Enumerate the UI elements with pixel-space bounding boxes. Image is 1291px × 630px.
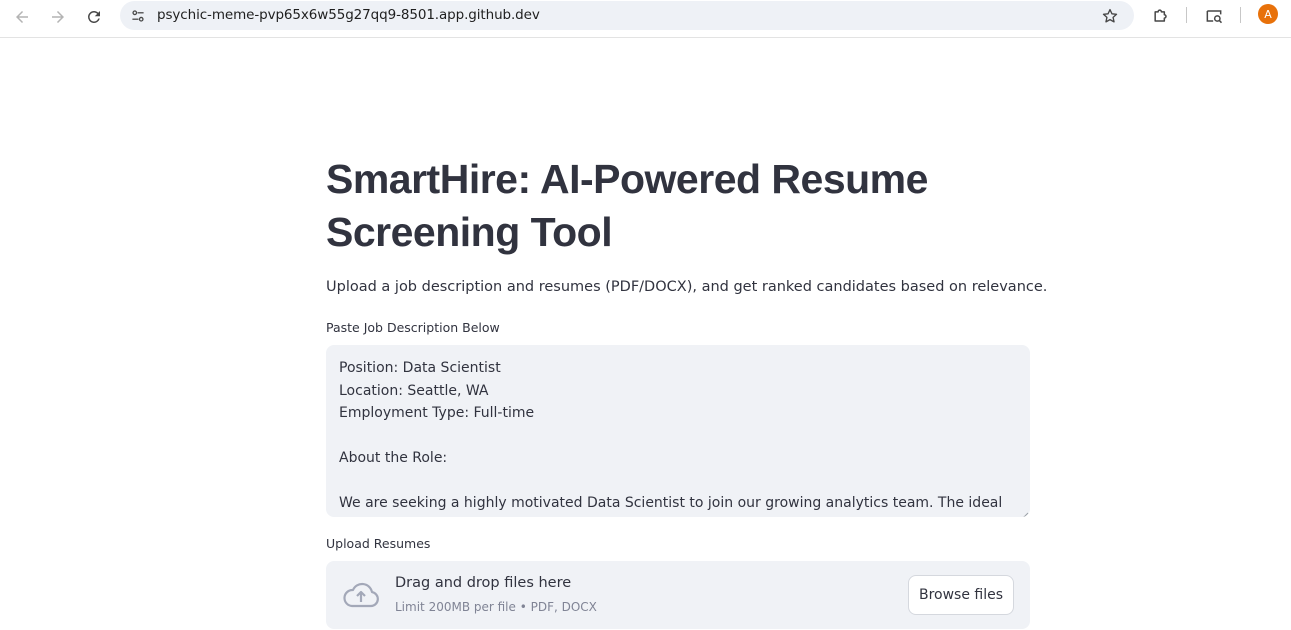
page-title: SmartHire: AI-Powered Resume Screening T… [326, 156, 928, 255]
dropzone-limit-text: Limit 200MB per file • PDF, DOCX [395, 600, 597, 614]
resize-handle-icon[interactable] [1019, 506, 1029, 517]
job-description-line [339, 425, 1017, 448]
extensions-puzzle-icon[interactable] [1149, 4, 1173, 28]
profile-avatar[interactable]: A [1258, 4, 1278, 24]
arrow-left-icon [16, 11, 28, 23]
site-info-icon[interactable] [129, 7, 147, 25]
job-description-line: Position: Data Scientist [339, 360, 501, 376]
toolbar-divider [1186, 7, 1187, 23]
reload-icon [88, 10, 100, 23]
job-description-line: We are seeking a highly motivated Data S… [339, 495, 1003, 511]
url-text[interactable]: psychic-meme-pvp65x6w55g27qq9-8501.app.g… [157, 7, 540, 23]
address-bar[interactable]: psychic-meme-pvp65x6w55g27qq9-8501.app.g… [120, 1, 1134, 30]
back-button[interactable] [8, 3, 36, 31]
job-description-line [339, 470, 1017, 493]
page-subtitle: Upload a job description and resumes (PD… [326, 279, 1048, 295]
job-description-line: Employment Type: Full-time [339, 405, 535, 421]
bookmark-star-icon[interactable] [1100, 6, 1120, 26]
job-description-textarea[interactable]: Position: Data Scientist Location: Seatt… [326, 345, 1030, 517]
file-dropzone[interactable]: Drag and drop files here Limit 200MB per… [326, 561, 1030, 629]
browser-toolbar: psychic-meme-pvp65x6w55g27qq9-8501.app.g… [0, 0, 1291, 38]
upload-resumes-label: Upload Resumes [326, 536, 431, 551]
forward-button[interactable] [44, 3, 72, 31]
job-description-line: Location: Seattle, WA [339, 382, 489, 399]
cloud-upload-icon [342, 580, 380, 610]
reload-button[interactable] [80, 3, 108, 31]
job-description-label: Paste Job Description Below [326, 320, 500, 335]
dropzone-title: Drag and drop files here [395, 575, 572, 591]
browse-files-button[interactable]: Browse files [908, 575, 1014, 615]
job-description-text: Position: Data Scientist Location: Seatt… [339, 357, 1017, 515]
arrow-right-icon [52, 11, 64, 23]
toolbar-divider [1240, 7, 1241, 23]
tab-search-icon[interactable] [1202, 4, 1226, 28]
job-description-line: About the Role: [339, 450, 448, 466]
